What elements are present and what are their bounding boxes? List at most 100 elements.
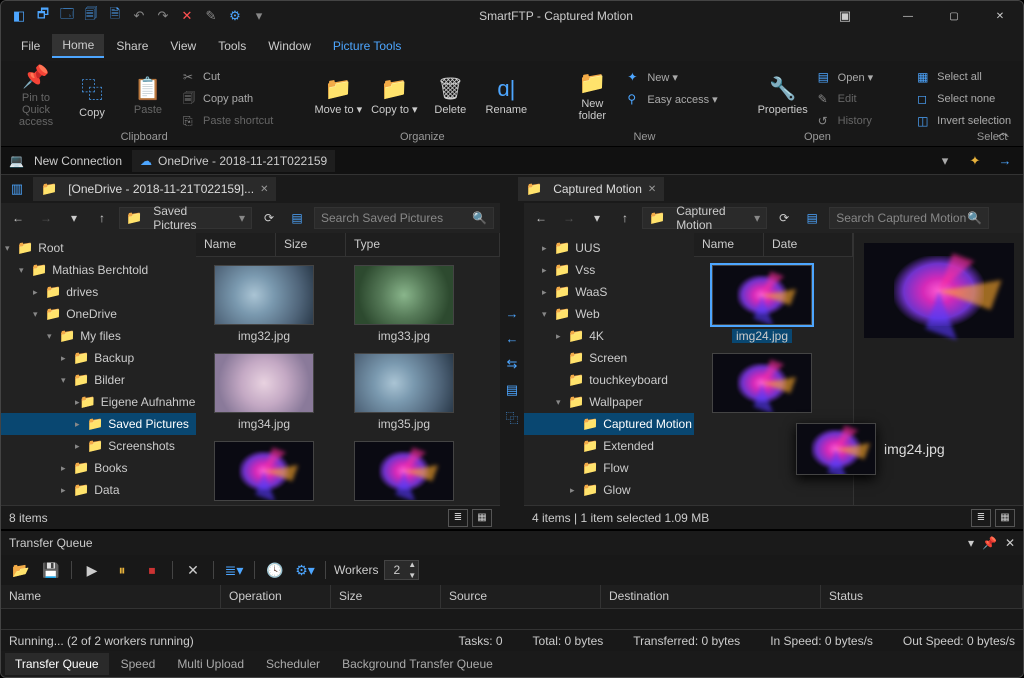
- thumbnail[interactable]: img25.jpg: [344, 441, 464, 505]
- col-date[interactable]: Date: [764, 233, 853, 256]
- file-view[interactable]: Name Size Type img32.jpg img33.jpg img34…: [196, 233, 500, 505]
- stop-icon[interactable]: ⏹: [140, 558, 164, 582]
- close-button[interactable]: ✕: [977, 1, 1023, 31]
- redo-icon[interactable]: ↷: [153, 6, 173, 26]
- properties-button[interactable]: 🔧Properties: [758, 65, 808, 127]
- col-name[interactable]: Name: [1, 585, 221, 608]
- tree-row[interactable]: 📁Extended: [524, 435, 694, 457]
- tree-row[interactable]: ▸📁drives: [1, 281, 196, 303]
- tree-row-selected[interactable]: ▸📁Saved Pictures: [1, 413, 196, 435]
- forward-button[interactable]: →: [558, 207, 580, 229]
- view-list-icon[interactable]: ≣: [971, 509, 991, 527]
- path-box[interactable]: 📁 Captured Motion ▾: [642, 207, 767, 229]
- cancel-icon[interactable]: ✕: [177, 6, 197, 26]
- pin-button[interactable]: 📌Pin to Quick access: [11, 65, 61, 127]
- column-headers[interactable]: Name Date: [694, 233, 853, 257]
- new-folder-button[interactable]: 📁New folder: [567, 65, 617, 127]
- tab-scheduler[interactable]: Scheduler: [256, 653, 330, 675]
- queue-columns[interactable]: Name Operation Size Source Destination S…: [1, 585, 1023, 609]
- menu-share[interactable]: Share: [106, 35, 158, 57]
- forward-button[interactable]: →: [35, 207, 57, 229]
- thumbnail[interactable]: img34.jpg: [204, 353, 324, 431]
- new-item-button[interactable]: ✦New ▾: [623, 67, 721, 87]
- list-icon[interactable]: ≣▾: [222, 558, 246, 582]
- transfer-right-icon[interactable]: →: [506, 306, 519, 321]
- path-box[interactable]: 📁 Saved Pictures ▾: [119, 207, 252, 229]
- qat-icon[interactable]: 🗔: [57, 6, 77, 26]
- select-none-button[interactable]: ◻Select none: [913, 89, 1015, 109]
- delete-button[interactable]: 🗑Delete: [425, 65, 475, 127]
- tab-multi-upload[interactable]: Multi Upload: [167, 653, 254, 675]
- qat-icon[interactable]: ✎: [201, 6, 221, 26]
- qat-icon[interactable]: 🗐: [81, 6, 101, 26]
- up-button[interactable]: ↑: [91, 207, 113, 229]
- save-icon[interactable]: 💾: [39, 558, 63, 582]
- tree-row[interactable]: ▸📁Vss: [524, 259, 694, 281]
- sync-icon[interactable]: ⇆: [507, 356, 518, 372]
- up-button[interactable]: ↑: [614, 207, 636, 229]
- paste-shortcut-button[interactable]: ⎘Paste shortcut: [179, 111, 277, 131]
- dropdown-icon[interactable]: ▾: [968, 536, 974, 550]
- col-name[interactable]: Name: [196, 233, 276, 256]
- pause-icon[interactable]: ⏸: [110, 558, 134, 582]
- settings-icon[interactable]: ⚙▾: [293, 558, 317, 582]
- workers-stepper[interactable]: 2 ▲ ▼: [384, 560, 419, 580]
- col-source[interactable]: Source: [441, 585, 601, 608]
- back-button[interactable]: ←: [530, 207, 552, 229]
- search-input[interactable]: Search Captured Motion🔍: [829, 207, 989, 229]
- tree-row[interactable]: ▾📁Root: [1, 237, 196, 259]
- qat-icon[interactable]: 🗎: [105, 6, 125, 26]
- copy-to-button[interactable]: 📁Copy to ▾: [369, 65, 419, 127]
- tree-row[interactable]: ▾📁My files: [1, 325, 196, 347]
- rename-button[interactable]: ɑ|Rename: [481, 65, 531, 127]
- qat-icon[interactable]: 🗗: [33, 6, 53, 26]
- tree-row[interactable]: ▸📁Glow: [524, 479, 694, 501]
- move-to-button[interactable]: 📁Move to ▾: [313, 65, 363, 127]
- folder-tree[interactable]: ▸📁UUS ▸📁Vss ▸📁WaaS ▾📁Web ▸📁4K 📁Screen 📁t…: [524, 233, 694, 505]
- col-size[interactable]: Size: [331, 585, 441, 608]
- forward-icon[interactable]: →: [995, 151, 1015, 171]
- thumbnail[interactable]: [702, 353, 822, 413]
- tab-transfer-queue[interactable]: Transfer Queue: [5, 653, 109, 675]
- open-file-icon[interactable]: 📂: [9, 558, 33, 582]
- tree-row[interactable]: ▾📁Web: [524, 303, 694, 325]
- cut-button[interactable]: ✂Cut: [179, 67, 277, 87]
- menu-view[interactable]: View: [160, 35, 206, 57]
- cancel-icon[interactable]: ✕: [181, 558, 205, 582]
- close-icon[interactable]: ✕: [648, 184, 656, 195]
- tree-row[interactable]: ▸📁UUS: [524, 237, 694, 259]
- tree-row[interactable]: ▾📁Wallpaper: [524, 391, 694, 413]
- minimize-button[interactable]: —: [885, 1, 931, 31]
- back-button[interactable]: ←: [7, 207, 29, 229]
- tree-row-selected[interactable]: 📁Captured Motion: [524, 413, 694, 435]
- edit-button[interactable]: ✎Edit: [814, 89, 878, 109]
- connection-tab[interactable]: ☁ OneDrive - 2018-11-21T022159: [132, 150, 335, 172]
- view-list-icon[interactable]: ≣: [448, 509, 468, 527]
- thumbnail[interactable]: img33.jpg: [344, 265, 464, 343]
- panel-icon[interactable]: ▥: [7, 179, 27, 199]
- col-status[interactable]: Status: [821, 585, 1023, 608]
- transfer-left-icon[interactable]: ←: [506, 331, 519, 346]
- queue-icon[interactable]: ▤: [506, 382, 518, 398]
- tab-speed[interactable]: Speed: [111, 653, 166, 675]
- menu-file[interactable]: File: [11, 35, 50, 57]
- tree-row[interactable]: ▾📁OneDrive: [1, 303, 196, 325]
- undo-icon[interactable]: ↶: [129, 6, 149, 26]
- column-headers[interactable]: Name Size Type: [196, 233, 500, 257]
- tree-row[interactable]: ▸📁Eigene Aufnahmen: [1, 391, 196, 413]
- settings-icon[interactable]: ⚙: [225, 6, 245, 26]
- dropdown-icon[interactable]: ▾: [935, 151, 955, 171]
- maximize-button[interactable]: ▢: [931, 1, 977, 31]
- tree-row[interactable]: ▸📁Backup: [1, 347, 196, 369]
- col-type[interactable]: Type: [346, 233, 500, 256]
- qat-icon[interactable]: ◧: [9, 6, 29, 26]
- refresh-button[interactable]: ⟳: [773, 207, 795, 229]
- paste-button[interactable]: 📋Paste: [123, 65, 173, 127]
- play-icon[interactable]: ▶: [80, 558, 104, 582]
- schedule-icon[interactable]: 🕓: [263, 558, 287, 582]
- menu-home[interactable]: Home: [52, 34, 104, 58]
- copy-path-button[interactable]: 🗐Copy path: [179, 89, 277, 109]
- close-icon[interactable]: ✕: [260, 184, 268, 195]
- menu-window[interactable]: Window: [258, 35, 321, 57]
- tab-background-queue[interactable]: Background Transfer Queue: [332, 653, 503, 675]
